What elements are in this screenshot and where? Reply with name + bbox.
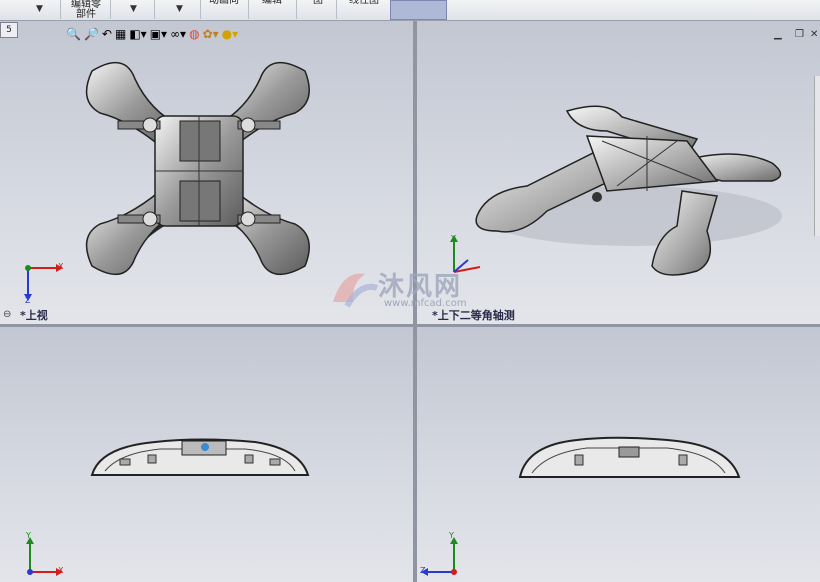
link-views-icon[interactable]: ⊖: [3, 309, 11, 320]
toolbar-separator: [336, 0, 337, 19]
front-axis-x-label: X: [58, 566, 64, 575]
iso-axis-y-label: Y: [451, 234, 456, 243]
right-view-model: [518, 436, 741, 478]
right-axis-y-label: Y: [449, 531, 454, 540]
toolbar-separator: [154, 0, 155, 19]
command-toolbar: ▼ 编辑零 部件 ▼ ▼ 动画向 编辑 图 线性图: [0, 0, 820, 21]
edit-component-button[interactable]: 编辑零 部件: [64, 0, 108, 20]
toolbar-separator: [60, 0, 61, 19]
explode-button[interactable]: 编辑: [254, 0, 290, 15]
top-view-label: *上视: [20, 309, 48, 322]
toolbar-separator: [248, 0, 249, 19]
axis-triad-right: [421, 537, 458, 576]
front-axis-y-label: Y: [26, 531, 31, 540]
view-button[interactable]: 图: [306, 0, 330, 15]
watermark-url: www.mfcad.com: [384, 298, 467, 309]
toolbar-separator: [110, 0, 111, 19]
toolbar-separator: [296, 0, 297, 19]
right-axis-z-label: Z: [420, 566, 426, 575]
animation-button[interactable]: 动画向: [204, 0, 244, 15]
dropdown-arrow-icon[interactable]: ▼: [130, 4, 137, 14]
dropdown-arrow-icon[interactable]: ▼: [36, 4, 43, 14]
axis-x-label: X: [58, 262, 64, 271]
active-toolbar-tab[interactable]: [390, 0, 447, 20]
toolbar-separator: [200, 0, 201, 19]
axis-z-label: Z: [25, 296, 31, 305]
dropdown-arrow-icon[interactable]: ▼: [176, 4, 183, 14]
line-diagram-button[interactable]: 线性图: [342, 0, 386, 15]
